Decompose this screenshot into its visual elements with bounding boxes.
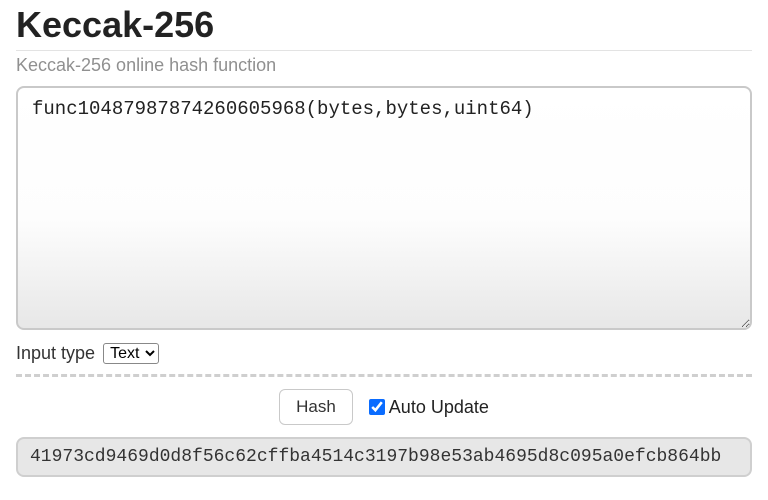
page-title: Keccak-256: [16, 4, 752, 46]
input-type-row: Input type Text: [16, 343, 752, 364]
auto-update-label: Auto Update: [389, 397, 489, 418]
page-subtitle: Keccak-256 online hash function: [16, 55, 752, 76]
auto-update-control[interactable]: Auto Update: [369, 397, 489, 418]
input-type-label: Input type: [16, 343, 95, 364]
action-row: Hash Auto Update: [16, 389, 752, 425]
hash-input[interactable]: [16, 86, 752, 330]
hash-button[interactable]: Hash: [279, 389, 353, 425]
hash-output: 41973cd9469d0d8f56c62cffba4514c3197b98e5…: [16, 437, 752, 477]
input-type-select[interactable]: Text: [103, 343, 159, 364]
section-separator: [16, 374, 752, 377]
title-separator: [16, 50, 752, 51]
auto-update-checkbox[interactable]: [369, 399, 385, 415]
